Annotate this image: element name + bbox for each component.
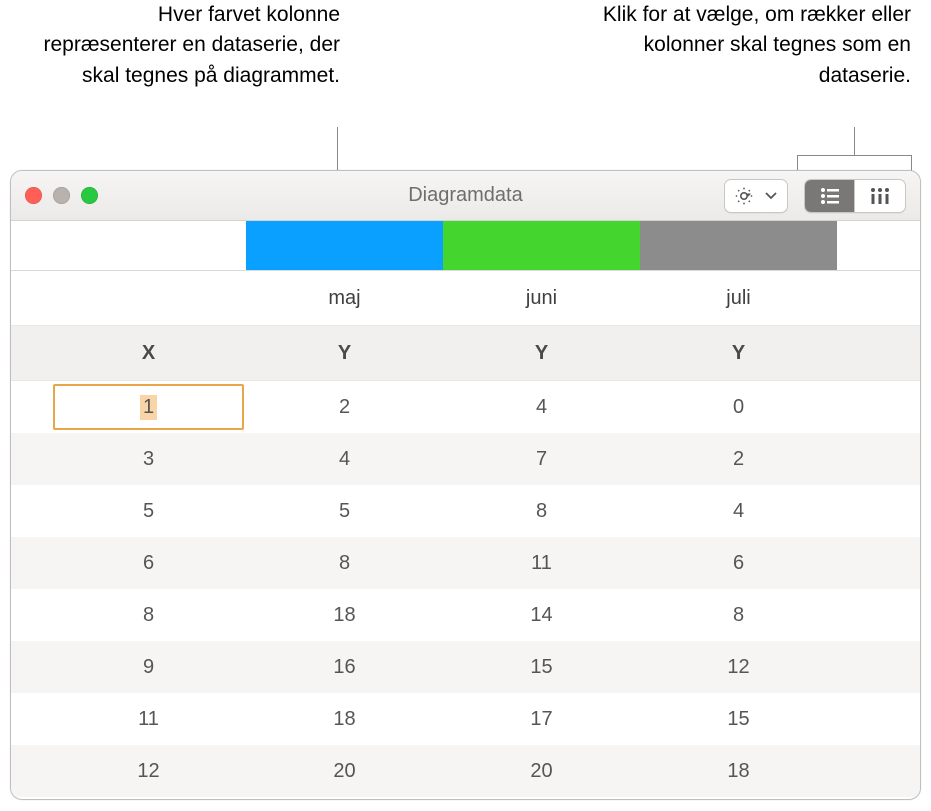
y-value-cell[interactable]: 16 xyxy=(246,656,443,679)
y-value-cell[interactable]: 5 xyxy=(246,500,443,523)
y-value-cell[interactable]: 4 xyxy=(246,448,443,471)
x-value-cell[interactable]: 9 xyxy=(51,656,246,679)
chevron-down-icon xyxy=(765,192,777,200)
y-value-cell[interactable]: 12 xyxy=(640,656,837,679)
x-value-cell[interactable]: 5 xyxy=(51,500,246,523)
table-row: 9161512 xyxy=(11,641,920,693)
y-value-cell[interactable]: 20 xyxy=(246,760,443,783)
y-axis-label: Y xyxy=(246,342,443,365)
y-value-cell[interactable]: 4 xyxy=(443,396,640,419)
window-controls xyxy=(25,187,98,204)
series-color-swatch[interactable] xyxy=(443,221,640,270)
series-name-cell[interactable]: juni xyxy=(443,287,640,310)
table-row: 5584 xyxy=(11,485,920,537)
y-axis-label: Y xyxy=(443,342,640,365)
zoom-button[interactable] xyxy=(81,187,98,204)
y-axis-label: Y xyxy=(640,342,837,365)
callout-leader-line xyxy=(337,127,338,173)
callout-column-series: Hver farvet kolonne repræsenterer en dat… xyxy=(40,0,340,91)
y-value-cell[interactable]: 15 xyxy=(443,656,640,679)
plot-orientation-toggle xyxy=(804,179,906,213)
table-row: 68116 xyxy=(11,537,920,589)
x-value-cell[interactable]: 8 xyxy=(51,604,246,627)
settings-menu-button[interactable] xyxy=(724,179,788,213)
table-row: 818148 xyxy=(11,589,920,641)
x-value-cell[interactable]: 6 xyxy=(51,552,246,575)
y-value-cell[interactable]: 2 xyxy=(640,448,837,471)
x-value-cell[interactable]: 3 xyxy=(51,448,246,471)
chart-data-window: Diagramdata xyxy=(10,170,921,800)
y-value-cell[interactable]: 20 xyxy=(443,760,640,783)
x-value-cell[interactable]: 12 xyxy=(51,760,246,783)
y-value-cell[interactable]: 18 xyxy=(640,760,837,783)
x-axis-label: X xyxy=(51,342,246,365)
y-value-cell[interactable]: 4 xyxy=(640,500,837,523)
table-row: 1240 xyxy=(11,381,920,433)
y-value-cell[interactable]: 8 xyxy=(443,500,640,523)
window-titlebar: Diagramdata xyxy=(11,171,920,221)
y-value-cell[interactable]: 15 xyxy=(640,708,837,731)
y-value-cell[interactable]: 7 xyxy=(443,448,640,471)
y-value-cell[interactable]: 8 xyxy=(640,604,837,627)
table-row: 3472 xyxy=(11,433,920,485)
x-value-cell[interactable]: 1 xyxy=(51,382,246,432)
y-value-cell[interactable]: 11 xyxy=(443,552,640,575)
x-value-cell[interactable]: 11 xyxy=(51,708,246,731)
rows-icon xyxy=(819,187,841,205)
y-value-cell[interactable]: 18 xyxy=(246,604,443,627)
data-grid: 1240347255846811681814891615121118171512… xyxy=(11,381,920,797)
series-color-swatch[interactable] xyxy=(640,221,837,270)
y-value-cell[interactable]: 0 xyxy=(640,396,837,419)
table-row: 11181715 xyxy=(11,693,920,745)
series-color-swatch[interactable] xyxy=(246,221,443,270)
callout-leader-line xyxy=(797,155,912,156)
close-button[interactable] xyxy=(25,187,42,204)
y-value-cell[interactable]: 14 xyxy=(443,604,640,627)
y-value-cell[interactable]: 18 xyxy=(246,708,443,731)
y-value-cell[interactable]: 6 xyxy=(640,552,837,575)
series-name-cell[interactable]: maj xyxy=(246,287,443,310)
minimize-button[interactable] xyxy=(53,187,70,204)
callout-leader-line xyxy=(854,127,855,155)
plot-rows-button[interactable] xyxy=(805,180,855,212)
plot-columns-button[interactable] xyxy=(855,180,905,212)
axis-label-row: X Y Y Y xyxy=(11,326,920,381)
gear-icon xyxy=(735,187,759,205)
y-value-cell[interactable]: 8 xyxy=(246,552,443,575)
series-name-cell[interactable]: juli xyxy=(640,287,837,310)
y-value-cell[interactable]: 2 xyxy=(246,396,443,419)
series-name-row: maj juni juli xyxy=(11,271,920,326)
callout-row-col-toggle: Klik for at vælge, om rækker eller kolon… xyxy=(601,0,911,91)
y-value-cell[interactable]: 17 xyxy=(443,708,640,731)
table-row: 12202018 xyxy=(11,745,920,797)
series-color-header xyxy=(11,221,920,271)
columns-icon xyxy=(869,186,891,206)
